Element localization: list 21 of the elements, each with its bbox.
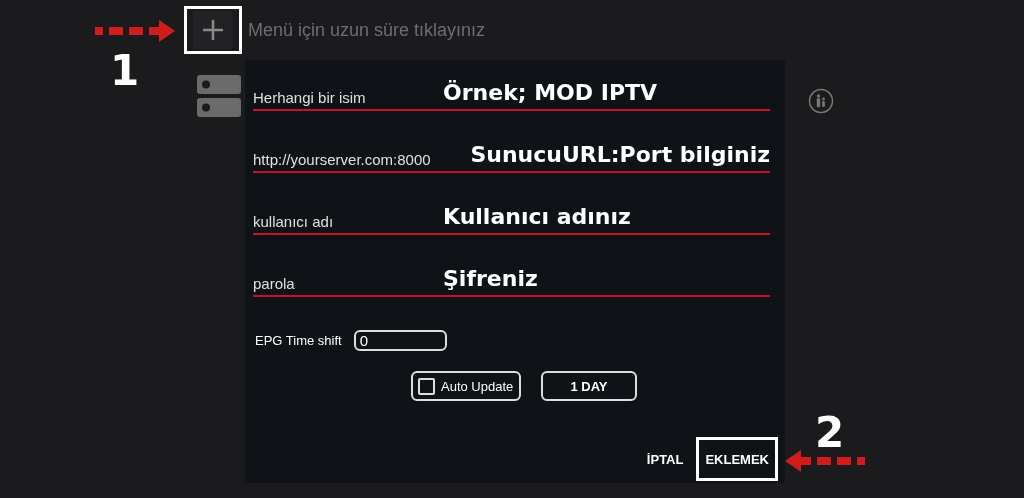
text-field[interactable]: parola: [253, 275, 429, 292]
step-number: 1: [110, 50, 140, 92]
text-field[interactable]: kullanıcı adı: [253, 213, 429, 230]
server-icon: [197, 75, 241, 117]
family-icon[interactable]: [808, 88, 834, 114]
dialog-button[interactable]: EKLEMEK: [696, 437, 778, 481]
step-number: 2: [815, 412, 845, 454]
text-field[interactable]: http://yourserver.com:8000: [253, 151, 457, 168]
add-button[interactable]: [184, 6, 242, 54]
text-field[interactable]: Herhangi bir isim: [253, 89, 429, 106]
epg-label: EPG Time shift: [255, 333, 342, 348]
dialog-button[interactable]: İPTAL: [637, 437, 693, 481]
annotation-text: Örnek; MOD IPTV: [443, 80, 658, 106]
auto-update-toggle[interactable]: Auto Update: [411, 371, 521, 401]
epg-field[interactable]: 0: [353, 330, 447, 351]
hint-text: Menü için uzun süre tıklayınız: [248, 19, 486, 41]
annotation-text: SunucuURL:Port bilginiz: [470, 142, 770, 168]
interval-button[interactable]: 1 DAY: [541, 371, 637, 401]
checkbox[interactable]: [418, 377, 435, 395]
annotation-text: Şifreniz: [443, 266, 538, 292]
annotation-text: Kullanıcı adınız: [443, 204, 631, 230]
